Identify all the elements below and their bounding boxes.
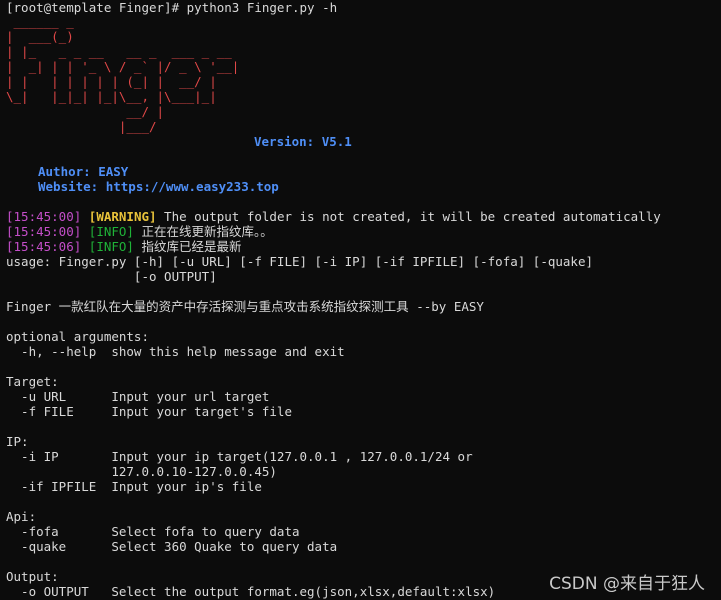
- log-level-warning: [WARNING]: [88, 209, 157, 224]
- help-heading: optional arguments:: [6, 329, 149, 344]
- log-level-info: [INFO]: [88, 239, 134, 254]
- log-message: 正在在线更新指纹库。。: [133, 224, 273, 239]
- help-heading: Api:: [6, 509, 37, 524]
- command-prompt-line: [root@template Finger]# python3 Finger.p…: [6, 0, 338, 15]
- help-option: -i IP Input your ip target(127.0.0.1 , 1…: [6, 449, 473, 464]
- version-text: Version: V5.1: [254, 134, 352, 149]
- usage-line: [-o OUTPUT]: [6, 269, 217, 284]
- help-option: -h, --help show this help message and ex…: [6, 344, 345, 359]
- help-option: -u URL Input your url target: [6, 389, 270, 404]
- log-line-warning: [15:45:00] [WARNING] The output folder i…: [6, 209, 661, 224]
- help-option: -fofa Select fofa to query data: [6, 524, 300, 539]
- log-level-info: [INFO]: [88, 224, 134, 239]
- log-timestamp: [15:45:00]: [6, 209, 82, 224]
- website-text: Website: https://www.easy233.top: [38, 179, 279, 194]
- help-option: -o OUTPUT Select the output format.eg(js…: [6, 584, 496, 599]
- help-heading: IP:: [6, 434, 29, 449]
- help-heading: Target:: [6, 374, 59, 389]
- help-option: -f FILE Input your target's file: [6, 404, 292, 419]
- help-option-continuation: 127.0.0.10-127.0.0.45): [6, 464, 277, 479]
- author-text: Author: EASY: [38, 164, 129, 179]
- help-option: -if IPFILE Input your ip's file: [6, 479, 262, 494]
- log-message: 指纹库已经是最新: [133, 239, 242, 254]
- usage-line: usage: Finger.py [-h] [-u URL] [-f FILE]…: [6, 254, 593, 269]
- csdn-watermark: CSDN @来自于狂人: [549, 574, 705, 594]
- log-line-info: [15:45:06] [INFO] 指纹库已经是最新: [6, 239, 241, 254]
- log-message: The output folder is not created, it wil…: [156, 209, 661, 224]
- log-timestamp: [15:45:00]: [6, 224, 82, 239]
- help-option: -quake Select 360 Quake to query data: [6, 539, 338, 554]
- log-line-info: [15:45:00] [INFO] 正在在线更新指纹库。。: [6, 224, 273, 239]
- finger-ascii-banner: ______ _ | ___(_) | |_ _ _ __ __ _ ___ _…: [6, 14, 240, 134]
- help-heading: Output:: [6, 569, 59, 584]
- tool-description: Finger 一款红队在大量的资产中存活探测与重点攻击系统指纹探测工具 --by…: [6, 299, 484, 314]
- log-timestamp: [15:45:06]: [6, 239, 82, 254]
- terminal-window[interactable]: [root@template Finger]# python3 Finger.p…: [0, 0, 721, 600]
